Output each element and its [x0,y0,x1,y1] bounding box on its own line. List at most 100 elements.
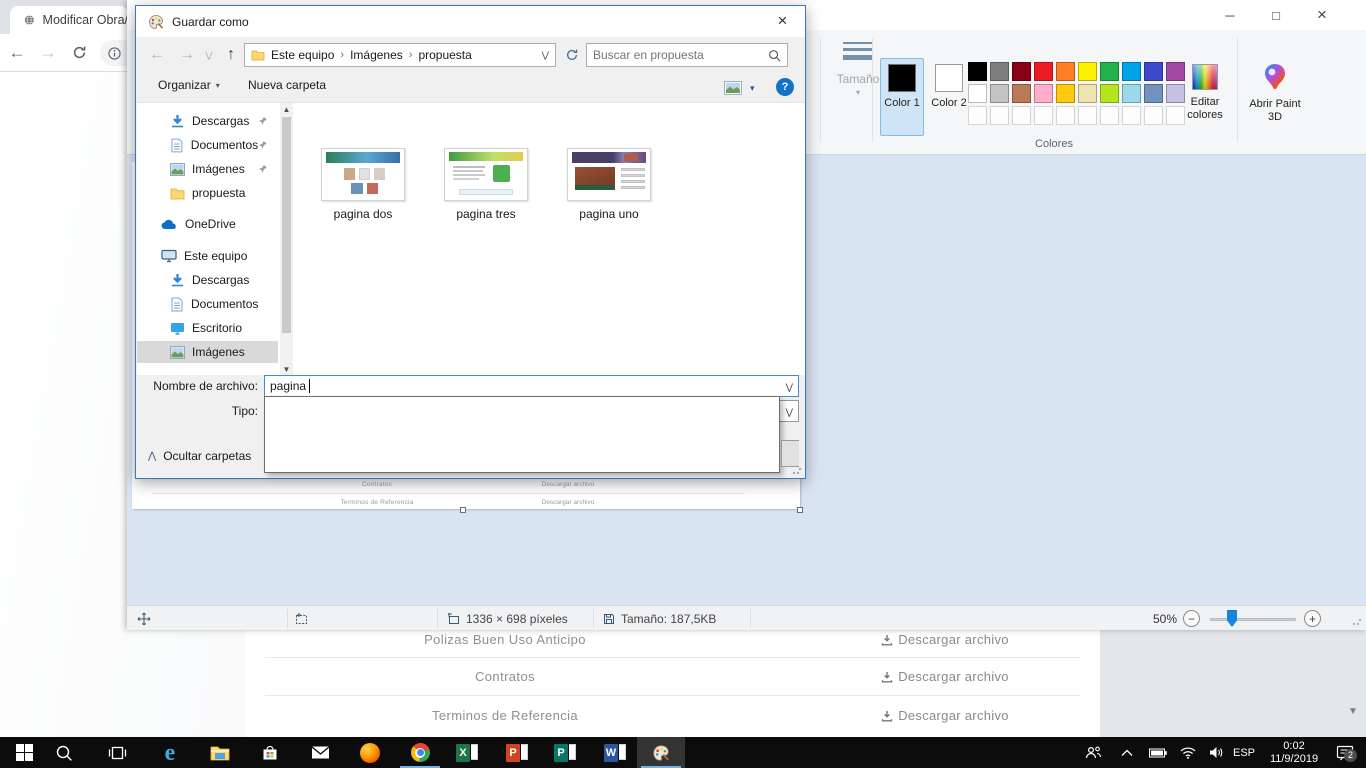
taskbar-firefox[interactable] [346,737,394,768]
hide-folders-button[interactable]: ⋀ Ocultar carpetas [148,446,251,466]
breadcrumb[interactable]: Este equipo › Imágenes › propuesta ⋁ [244,43,556,67]
palette-color[interactable] [1056,62,1075,81]
views-chevron-icon[interactable]: ▾ [750,83,755,94]
new-folder-button[interactable]: Nueva carpeta [248,78,326,92]
taskbar-mail[interactable] [296,737,344,768]
taskbar-chrome[interactable] [396,737,444,768]
palette-color[interactable] [990,62,1009,81]
palette-color[interactable] [1144,84,1163,103]
dialog-resize-grip[interactable] [792,465,802,475]
taskbar-word[interactable]: W [591,737,639,768]
views-button[interactable] [724,81,742,95]
palette-color[interactable] [1034,62,1053,81]
palette-empty-slot[interactable] [1100,106,1119,125]
palette-empty-slot[interactable] [1034,106,1053,125]
scrollbar-down-arrow[interactable]: ▼ [1348,706,1358,717]
cancel-button-partial[interactable] [781,440,799,467]
scrollbar-up-arrow[interactable]: ▲ [280,103,293,116]
chrome-tab[interactable]: Modificar Obra/ [10,6,128,34]
tray-volume[interactable] [1202,737,1230,768]
taskbar-paint[interactable] [637,737,685,768]
zoom-in-button[interactable]: + [1304,606,1321,631]
sidebar-scrollbar[interactable]: ▲ ▼ [280,103,293,376]
breadcrumb-folder2[interactable]: propuesta [418,48,471,62]
sidebar-item-imagenes-2[interactable]: Imágenes [137,341,278,363]
palette-empty-slot[interactable] [1122,106,1141,125]
palette-color[interactable] [1012,62,1031,81]
taskbar-publisher[interactable]: P [541,737,589,768]
minimize-button[interactable]: ─ [1207,0,1253,30]
palette-color[interactable] [968,62,987,81]
palette-color[interactable] [1012,84,1031,103]
maximize-button[interactable]: □ [1253,0,1299,30]
palette-empty-slot[interactable] [968,106,987,125]
taskbar-search-button[interactable] [40,737,88,768]
refresh-button[interactable] [562,43,582,67]
close-button[interactable]: × [1299,0,1345,30]
download-link[interactable]: Descargar archivo [810,708,1080,723]
reload-button[interactable] [65,39,93,67]
back-button[interactable]: ← [3,39,31,67]
open-paint3d-button[interactable]: Abrir Paint 3D [1243,60,1307,124]
search-input[interactable] [593,48,768,62]
taskbar-file-explorer[interactable] [196,737,244,768]
sidebar-item-onedrive[interactable]: OneDrive [137,213,278,235]
palette-empty-slot[interactable] [1012,106,1031,125]
tray-clock[interactable]: 0:02 11/9/2019 [1262,737,1326,768]
sidebar-item-descargas-2[interactable]: Descargas [137,269,278,291]
palette-color[interactable] [1100,84,1119,103]
taskbar-store[interactable] [246,737,294,768]
color2-button[interactable]: Color 2 [927,58,971,136]
action-center-button[interactable]: 2 [1328,737,1362,768]
palette-color[interactable] [1078,62,1097,81]
sidebar-item-propuesta[interactable]: propuesta [137,182,278,204]
tray-battery[interactable] [1144,737,1172,768]
palette-empty-slot[interactable] [1056,106,1075,125]
palette-color[interactable] [1100,62,1119,81]
breadcrumb-root[interactable]: Este equipo [271,48,334,62]
zoom-out-button[interactable]: − [1183,606,1200,631]
palette-color[interactable] [1078,84,1097,103]
sidebar-item-imagenes[interactable]: Imágenes [137,158,278,180]
palette-empty-slot[interactable] [990,106,1009,125]
breadcrumb-chevron-icon[interactable]: ⋁ [542,50,549,61]
filename-dropdown-chevron[interactable]: ⋁ [786,382,793,393]
sidebar-item-documentos-2[interactable]: Documentos [137,293,278,315]
palette-color[interactable] [968,84,987,103]
sidebar-item-descargas[interactable]: Descargas [137,110,278,132]
organize-button[interactable]: Organizar▾ [158,78,220,92]
tray-network[interactable] [1174,737,1202,768]
palette-color[interactable] [990,84,1009,103]
download-link[interactable]: Descargar archivo [810,669,1080,684]
tray-show-hidden-icons[interactable] [1114,737,1140,768]
breadcrumb-folder1[interactable]: Imágenes [350,48,403,62]
search-box[interactable] [586,43,788,67]
palette-empty-slot[interactable] [1144,106,1163,125]
taskbar-powerpoint[interactable]: P [493,737,541,768]
filename-suggestions-dropdown[interactable] [264,396,780,473]
task-view-button[interactable] [93,737,141,768]
scrollbar-thumb[interactable] [282,117,291,333]
edit-colors-button[interactable]: Editar colores [1180,60,1230,122]
sidebar-item-escritorio[interactable]: Escritorio [137,317,278,339]
forward-button[interactable]: → [34,39,62,67]
nav-up-button[interactable]: ↑ [218,42,244,68]
resize-handle[interactable] [460,507,466,513]
sidebar-item-este-equipo[interactable]: Este equipo [137,245,278,267]
dialog-close-button[interactable]: × [760,6,805,36]
tray-language[interactable]: ESP [1228,737,1260,768]
palette-color[interactable] [1056,84,1075,103]
taskbar-excel[interactable]: X [443,737,491,768]
palette-color[interactable] [1034,84,1053,103]
file-item-pagina-dos[interactable]: pagina dos [313,148,413,230]
palette-empty-slot[interactable] [1078,106,1097,125]
zoom-slider-handle[interactable] [1227,610,1237,627]
filetype-dropdown-chevron[interactable]: ⋁ [786,407,793,418]
sidebar-item-documentos[interactable]: Documentos [137,134,278,156]
palette-color[interactable] [1122,62,1141,81]
file-item-pagina-uno[interactable]: pagina uno [559,148,659,230]
filename-input[interactable]: pagina ⋁ [264,375,799,397]
palette-color[interactable] [1122,84,1141,103]
resize-handle[interactable] [797,507,803,513]
download-link[interactable]: Descargar archivo [810,632,1080,647]
